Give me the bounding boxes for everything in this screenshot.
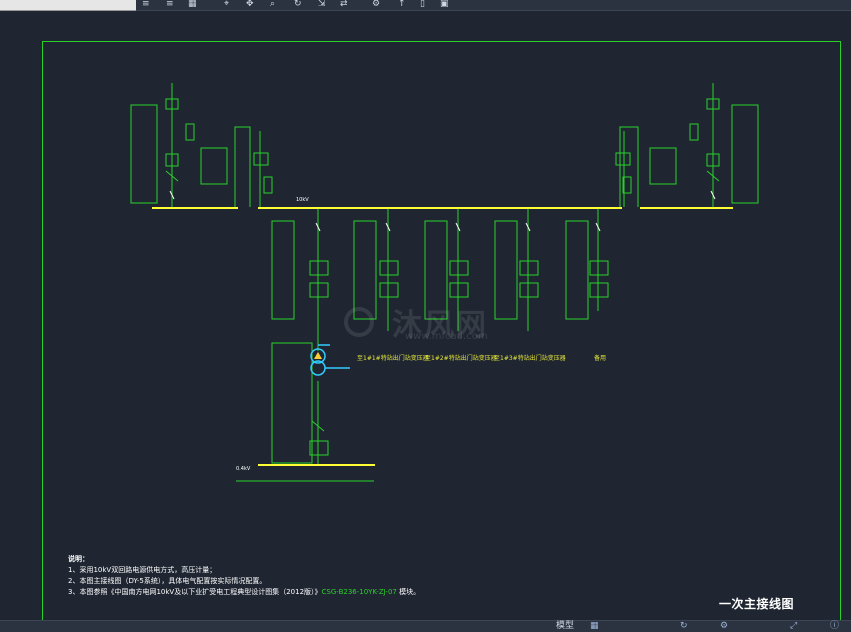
left-incomer-box <box>130 104 158 204</box>
busbar-label: 10kV <box>296 197 309 203</box>
match-icon[interactable]: ⇄ <box>340 0 348 9</box>
low-bus-label: 0.4kV <box>236 466 251 472</box>
orbit-icon[interactable]: ↻ <box>294 0 302 9</box>
notes-title: 说明： <box>68 555 89 563</box>
pointer-icon[interactable]: ⌖ <box>224 0 229 9</box>
up-icon[interactable]: ↑ <box>398 0 406 9</box>
notes-line-3-suffix: 模块。 <box>396 588 421 596</box>
feeder-label-3: 至1#3#特站出门站变压器 <box>494 355 566 362</box>
model-tab[interactable]: 模型 <box>556 621 574 632</box>
drawing-canvas[interactable]: 沐风网 www.mfcad.com 10kV 0.4kV 至1#1#特站出门站变… <box>0 11 851 626</box>
right-incomer-box <box>731 104 759 204</box>
notes-line-3: 3、本图参照《中国南方电网10kV及以下业扩受电工程典型设计图集（2012版）》… <box>68 587 420 598</box>
feeder-label-1: 至1#1#特站出门站变压器 <box>357 355 429 362</box>
settings-icon[interactable]: ⚙ <box>372 0 380 9</box>
drawing-title: 一次主接线图 <box>719 597 795 611</box>
toolbar: ≡ ≡ ▦ ⌖ ✥ ⌕ ↻ ⇲ ⇄ ⚙ ↑ ▯ ▣ <box>0 0 851 11</box>
feeder-label-4: 备用 <box>594 355 607 362</box>
lock-icon[interactable]: ▣ <box>440 0 449 9</box>
grid-icon[interactable]: ▦ <box>188 0 197 9</box>
zoom-icon[interactable]: ⌕ <box>270 0 275 9</box>
grid-toggle-icon[interactable]: ▦ <box>590 621 599 632</box>
notes-line-3-ref: CSG-B236-10YK-ZJ-07 <box>321 588 397 596</box>
orbit-toggle-icon[interactable]: ↻ <box>680 621 688 632</box>
properties-icon[interactable]: ≡ <box>166 0 174 9</box>
notes-block: 说明： 1、采用10kV双回路电源供电方式，高压计量； 2、本图主接线图（DY-… <box>68 554 420 598</box>
watermark-logo-icon <box>344 307 374 337</box>
settings-toggle-icon[interactable]: ⚙ <box>720 621 728 632</box>
layer-icon[interactable]: ≡ <box>142 0 150 9</box>
status-bar: 模型 ▦ ↻ ⚙ ⤢ ⓘ <box>0 620 851 632</box>
toolbar-panel <box>0 0 136 11</box>
notes-line-1: 1、采用10kV双回路电源供电方式，高压计量； <box>68 566 217 574</box>
file-icon[interactable]: ▯ <box>420 0 425 9</box>
info-icon[interactable]: ⓘ <box>830 621 839 632</box>
notes-line-2: 2、本图主接线图（DY-5系统），具体电气配置按实际情况配置。 <box>68 577 267 585</box>
measure-icon[interactable]: ⇲ <box>318 0 326 9</box>
notes-line-3-prefix: 3、本图参照《中国南方电网10kV及以下业扩受电工程典型设计图集（2012版）》 <box>68 588 322 596</box>
feeder-label-2: 至1#2#特站出门站变压器 <box>425 355 497 362</box>
fullscreen-icon[interactable]: ⤢ <box>790 621 797 632</box>
watermark-url: www.mfcad.com <box>405 331 488 342</box>
pan-icon[interactable]: ✥ <box>246 0 254 9</box>
